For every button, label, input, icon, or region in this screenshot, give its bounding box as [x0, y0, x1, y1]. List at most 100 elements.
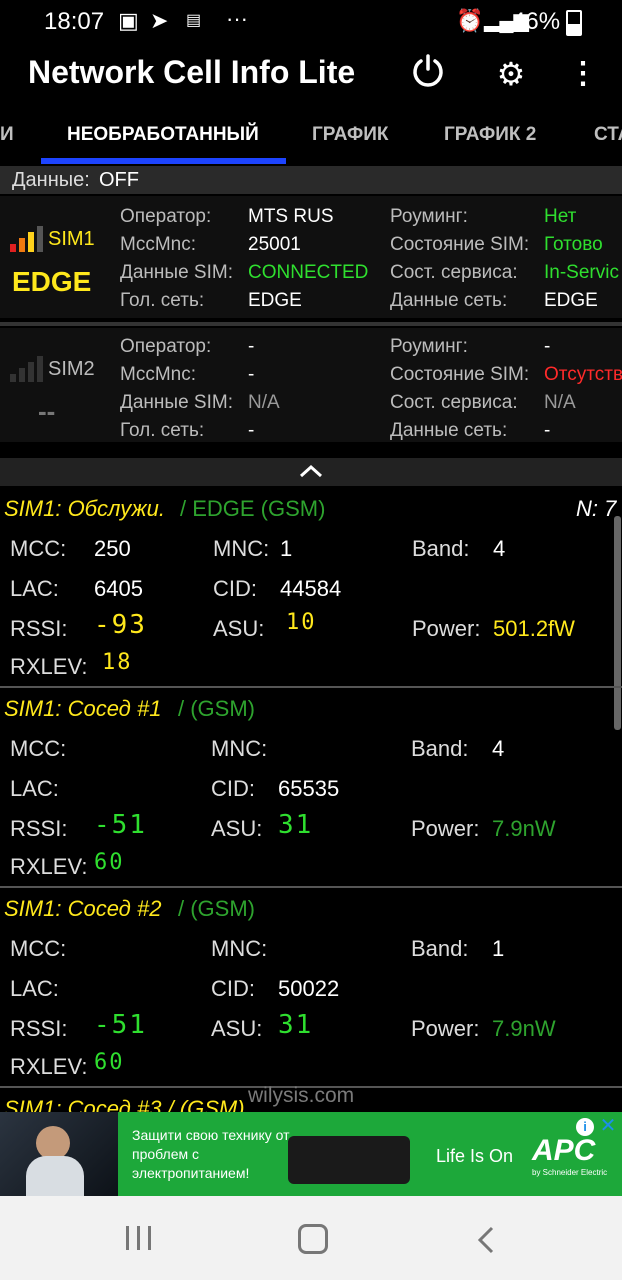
sim2-data-net: - — [544, 420, 551, 441]
tab-graph[interactable]: ГРАФИК — [312, 124, 389, 146]
sim2-tech: -- — [38, 396, 56, 426]
sim2-service: N/A — [544, 392, 576, 413]
sim1-data-sim-label: Данные SIM: — [120, 262, 233, 283]
mcc-label: MCC: — [10, 936, 67, 961]
rxlev-value: 18 — [102, 650, 133, 675]
chevron-up-icon — [299, 464, 323, 478]
cid-value: 50022 — [278, 976, 340, 1001]
battery-percent: 46% — [512, 8, 561, 35]
power-label: Power: — [412, 616, 481, 641]
sim1-sim-state-label: Состояние SIM: — [390, 234, 530, 255]
asu-label: ASU: — [211, 816, 263, 841]
mcc-label: MCC: — [10, 536, 67, 561]
serving-cell-tech: / EDGE (GSM) — [180, 496, 326, 521]
power-label: Power: — [411, 1016, 480, 1041]
sim1-roaming-label: Роуминг: — [390, 206, 468, 227]
ad-info-icon[interactable]: i — [576, 1118, 594, 1136]
ad-close-icon[interactable]: ✕ — [598, 1116, 618, 1136]
tab-info[interactable]: И — [0, 124, 14, 146]
cid-label: CID: — [211, 776, 255, 801]
power-value: 501.2fW — [493, 616, 575, 641]
mnc-label: MNC: — [211, 736, 268, 761]
collapse-handle[interactable] — [0, 458, 622, 486]
divider — [0, 686, 622, 688]
status-bar: 18:07 ▣ ➤ ▤ ··· ⏰ ▂▄▆ 46% — [0, 0, 622, 44]
sim1-panel: SIM1 EDGE Оператор: MccMnc: Данные SIM: … — [0, 196, 622, 318]
home-icon[interactable] — [298, 1224, 328, 1254]
rxlev-label: RXLEV: — [10, 854, 88, 879]
image-icon: ▣ — [118, 8, 139, 33]
sim1-roaming: Нет — [544, 206, 577, 227]
sim1-data-sim: CONNECTED — [248, 262, 369, 283]
cid-value: 44584 — [280, 576, 342, 601]
cid-label: CID: — [213, 576, 257, 601]
neighbor-title-partial: SIM1: Сосед #3 / (GSM) — [4, 1096, 245, 1112]
ad-image — [0, 1112, 118, 1196]
power-icon[interactable] — [406, 52, 450, 96]
sim2-panel: SIM2 -- Оператор: MccMnc: Данные SIM: Го… — [0, 328, 622, 442]
telegram-icon: ➤ — [150, 8, 169, 33]
neighbor-cell-card: SIM1: Сосед #1 / (GSM) MCC: MNC: Band: 4… — [0, 690, 622, 886]
band-value: 4 — [492, 736, 505, 761]
lac-value: 6405 — [94, 576, 143, 601]
sim2-operator: - — [248, 336, 255, 357]
band-label: Band: — [412, 536, 470, 561]
system-nav-bar — [0, 1196, 622, 1280]
app-title: Network Cell Info Lite — [28, 54, 356, 90]
recent-apps-icon[interactable] — [124, 1226, 154, 1252]
neighbor-count: N: 7 — [576, 496, 617, 521]
sim1-mccmnc: 25001 — [248, 234, 301, 255]
sim1-tech: EDGE — [12, 266, 92, 297]
lac-label: LAC: — [10, 976, 59, 1001]
active-tab-indicator — [41, 158, 286, 164]
sim2-operator-label: Оператор: — [120, 336, 212, 357]
serving-cell-title: SIM1: Обслужи. — [4, 496, 165, 521]
sim1-service-label: Сост. сервиса: — [390, 262, 518, 283]
ad-brand-logo: APC — [532, 1134, 596, 1167]
app-bar: Network Cell Info Lite ⚙ ⋮ — [0, 44, 622, 112]
sim2-data-sim-label: Данные SIM: — [120, 392, 233, 413]
ad-text: Защити свою технику от проблем с электро… — [132, 1127, 290, 1181]
rssi-label: RSSI: — [10, 816, 68, 841]
mcc-label: MCC: — [10, 736, 67, 761]
sim2-voice: - — [248, 420, 255, 441]
tab-graph-2[interactable]: ГРАФИК 2 — [444, 124, 536, 146]
data-status-row: Данные: OFF — [0, 166, 622, 194]
ad-brand-sub: by Schneider Electric — [532, 1168, 608, 1177]
sim2-data-net-label: Данные сеть: — [390, 420, 508, 441]
status-time: 18:07 — [44, 8, 105, 35]
neighbor-title: SIM1: Сосед #1 — [4, 696, 162, 721]
sim2-sim-state: Отсутств — [544, 364, 622, 385]
tab-raw[interactable]: НЕОБРАБОТАННЫЙ — [67, 124, 259, 146]
settings-gear-icon[interactable]: ⚙ — [489, 52, 533, 96]
rxlev-value: 60 — [94, 850, 125, 875]
back-icon[interactable] — [476, 1226, 496, 1254]
overflow-menu-icon[interactable]: ⋮ — [561, 52, 605, 96]
sim1-signal-icon — [10, 226, 43, 252]
rssi-label: RSSI: — [10, 616, 68, 641]
asu-label: ASU: — [211, 1016, 263, 1041]
sim1-mccmnc-label: MccMnc: — [120, 234, 196, 255]
mnc-value: 1 — [280, 536, 293, 561]
asu-value: 31 — [278, 810, 314, 840]
mcc-value: 250 — [94, 536, 131, 561]
sim1-data-net: EDGE — [544, 290, 598, 311]
cid-value: 65535 — [278, 776, 340, 801]
sim1-service: In-Servic — [544, 262, 619, 283]
ups-image — [288, 1136, 410, 1184]
rssi-value: -51 — [94, 810, 147, 840]
tab-stats[interactable]: СТА — [594, 124, 622, 146]
power-value: 7.9nW — [492, 1016, 556, 1041]
asu-value: 31 — [278, 1010, 314, 1040]
cast-icon: ▤ — [186, 12, 202, 29]
sim1-sim-state: Готово — [544, 234, 603, 255]
neighbor-tech: / (GSM) — [178, 896, 255, 921]
ad-banner[interactable]: Защити свою технику от проблем с электро… — [0, 1112, 622, 1196]
sim1-name: SIM1 — [48, 228, 95, 250]
band-label: Band: — [411, 936, 469, 961]
neighbor-title: SIM1: Сосед #2 — [4, 896, 162, 921]
neighbor-tech: / (GSM) — [178, 696, 255, 721]
data-label: Данные: — [12, 169, 90, 191]
divider — [0, 886, 622, 888]
lac-label: LAC: — [10, 576, 59, 601]
